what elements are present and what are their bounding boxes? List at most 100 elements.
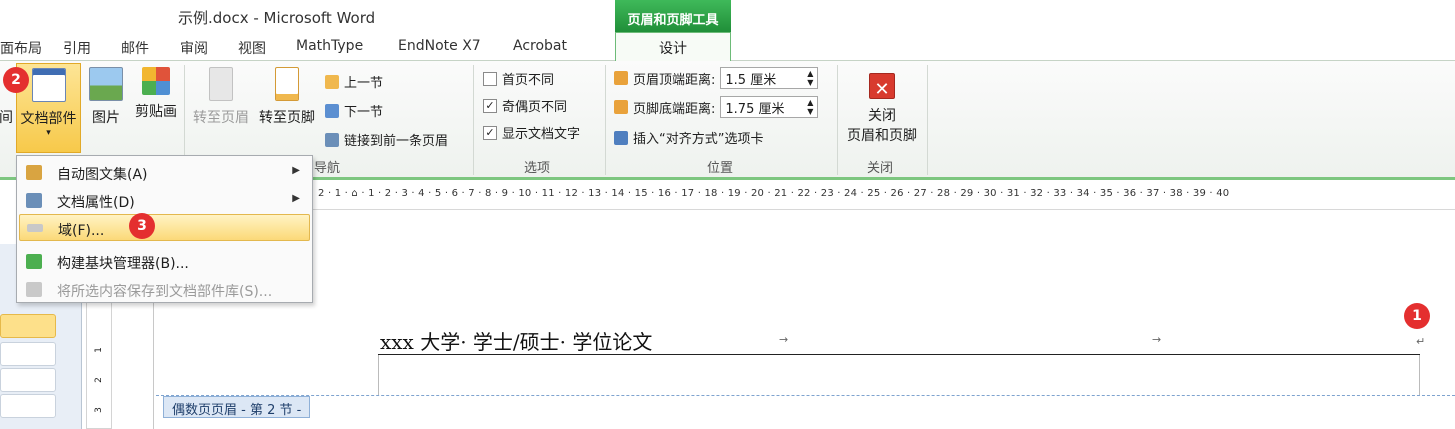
prev-section-label: 上一节 <box>344 76 384 91</box>
doc-parts-menu: 自动图文集(A) ▶ 文档属性(D) ▶ 域(F)... 构建基块管理器(B).… <box>16 155 313 303</box>
tab-review[interactable]: 审阅 <box>180 38 208 58</box>
clipart-label: 剪贴画 <box>135 104 177 120</box>
field-icon <box>27 224 43 232</box>
tab-mathtype[interactable]: MathType <box>296 38 363 54</box>
insert-align-tab-label: 插入“对齐方式”选项卡 <box>633 132 764 147</box>
footer-bottom-label: 页脚底端距离: <box>633 101 716 117</box>
step-badge-3: 3 <box>129 213 155 239</box>
group-label-navigation: 导航 <box>314 161 341 176</box>
different-first-page-label: 首页不同 <box>502 73 555 88</box>
checkbox-checked-icon: ✓ <box>483 125 497 140</box>
clipart-icon <box>142 67 170 95</box>
insert-align-tab-button[interactable]: 插入“对齐方式”选项卡 <box>614 128 763 147</box>
tab-design[interactable]: 设计 <box>615 32 731 62</box>
checkbox-checked-icon: ✓ <box>483 98 497 113</box>
header-boundary <box>156 395 1455 396</box>
tab-page-layout[interactable]: 页面布局 <box>0 38 42 58</box>
chevron-right-icon: ▶ <box>292 193 300 204</box>
header-top-spinner[interactable]: 1.5 厘米 ▲ ▼ <box>720 67 819 89</box>
group-label-close: 关闭 <box>867 161 894 176</box>
goto-header-button[interactable]: 转至页眉 <box>190 63 252 127</box>
link-to-previous-button[interactable]: 链接到前一条页眉 <box>325 130 448 149</box>
prev-section-button[interactable]: 上一节 <box>325 72 383 91</box>
menu-item-autotext[interactable]: 自动图文集(A) ▶ <box>19 159 310 186</box>
window-title: 示例.docx - Microsoft Word <box>178 9 376 27</box>
header-top-distance: 页眉顶端距离: 1.5 厘米 ▲ ▼ <box>614 67 819 89</box>
tab-mark: → <box>779 333 789 346</box>
clipart-button[interactable]: 剪贴画 <box>131 63 181 121</box>
footer-bottom-distance: 页脚底端距离: 1.75 厘米 ▲ ▼ <box>614 96 819 118</box>
menu-item-doc-properties[interactable]: 文档属性(D) ▶ <box>19 187 310 214</box>
goto-footer-label: 转至页脚 <box>259 110 315 126</box>
goto-footer-button[interactable]: 转至页脚 <box>256 63 318 127</box>
chevron-down-icon: ▾ <box>46 128 51 138</box>
nav-pane-item[interactable] <box>0 368 56 392</box>
header-border-line <box>378 354 1420 355</box>
goto-header-label: 转至页眉 <box>193 110 249 126</box>
header-top-value: 1.5 厘米 <box>725 72 777 88</box>
link-to-previous-label: 链接到前一条页眉 <box>344 134 449 149</box>
horizontal-ruler[interactable]: 2 · 1 · ⌂ · 1 · 2 · 3 · 4 · 5 · 6 · 7 · … <box>312 182 1455 210</box>
ruler-numbers: 2 · 1 · ⌂ · 1 · 2 · 3 · 4 · 5 · 6 · 7 · … <box>318 188 1230 199</box>
close-label-line2: 页眉和页脚 <box>847 128 917 144</box>
close-label-line1: 关闭 <box>868 108 896 124</box>
vertical-ruler[interactable]: 1 2 3 <box>86 300 112 429</box>
step-badge-2: 2 <box>3 67 29 93</box>
menu-item-save-to-gallery[interactable]: 将所选内容保存到文档部件库(S)... <box>19 276 310 303</box>
autotext-icon <box>26 165 42 180</box>
menu-item-label: 文档属性(D) <box>57 195 135 211</box>
footer-bottom-value: 1.75 厘米 <box>725 101 785 117</box>
document-canvas[interactable] <box>112 210 1455 429</box>
footer-distance-icon <box>614 100 628 114</box>
header-distance-icon <box>614 71 628 85</box>
spinner-arrows-icon[interactable]: ▲ ▼ <box>807 69 817 87</box>
tab-mark: → <box>1152 333 1162 346</box>
doc-properties-icon <box>26 193 42 208</box>
header-section-label: 偶数页页眉 - 第 2 节 - <box>163 396 311 418</box>
nav-pane-item[interactable] <box>0 314 56 338</box>
picture-icon <box>89 67 123 101</box>
building-blocks-icon <box>26 254 42 269</box>
menu-item-label: 域(F)... <box>58 223 105 239</box>
different-first-page-checkbox[interactable]: 首页不同 <box>483 69 554 88</box>
tab-references[interactable]: 引用 <box>63 38 91 58</box>
page-edge <box>153 295 154 429</box>
checkbox-unchecked-icon <box>483 71 497 86</box>
step-badge-1: 1 <box>1404 303 1430 329</box>
prev-section-icon <box>325 74 339 89</box>
menu-item-field[interactable]: 域(F)... <box>19 214 310 241</box>
header-top-label: 页眉顶端距离: <box>633 72 716 88</box>
next-section-icon <box>325 103 339 118</box>
paragraph-mark: ↵ <box>1416 335 1426 348</box>
show-doc-text-checkbox[interactable]: ✓ 显示文档文字 <box>483 123 580 142</box>
picture-label: 图片 <box>92 110 120 126</box>
tab-endnote[interactable]: EndNote X7 <box>398 38 481 54</box>
nav-pane-item[interactable] <box>0 342 56 366</box>
spinner-arrows-icon[interactable]: ▲ ▼ <box>807 98 817 116</box>
align-tab-icon <box>614 130 628 145</box>
next-section-label: 下一节 <box>344 105 384 120</box>
close-icon: ✕ <box>869 73 895 100</box>
vruler-number: 3 <box>93 407 104 413</box>
tab-acrobat[interactable]: Acrobat <box>513 38 567 54</box>
doc-parts-icon <box>31 68 66 102</box>
menu-item-label: 将所选内容保存到文档部件库(S)... <box>57 284 273 300</box>
vruler-number: 1 <box>93 347 104 353</box>
datetime-label: 间 <box>0 110 13 126</box>
tab-view[interactable]: 视图 <box>238 38 266 58</box>
doc-parts-label: 文档部件 <box>20 111 77 127</box>
footer-bottom-spinner[interactable]: 1.75 厘米 ▲ ▼ <box>720 96 819 118</box>
next-section-button[interactable]: 下一节 <box>325 101 383 120</box>
picture-button[interactable]: 图片 <box>86 63 126 127</box>
close-header-footer-button[interactable]: ✕ 关闭 页眉和页脚 <box>843 63 921 145</box>
tab-mailings[interactable]: 邮件 <box>121 38 149 58</box>
header-text[interactable]: xxx 大学· 学士/硕士· 学位论文 <box>380 326 652 355</box>
chevron-right-icon: ▶ <box>292 165 300 176</box>
group-label-options: 选项 <box>524 161 551 176</box>
menu-item-building-blocks[interactable]: 构建基块管理器(B)... <box>19 248 310 275</box>
different-odd-even-checkbox[interactable]: ✓ 奇偶页不同 <box>483 96 567 115</box>
vruler-number: 2 <box>93 377 104 383</box>
nav-pane-item[interactable] <box>0 394 56 418</box>
menu-item-label: 构建基块管理器(B)... <box>57 256 189 272</box>
save-gallery-icon <box>26 282 42 297</box>
